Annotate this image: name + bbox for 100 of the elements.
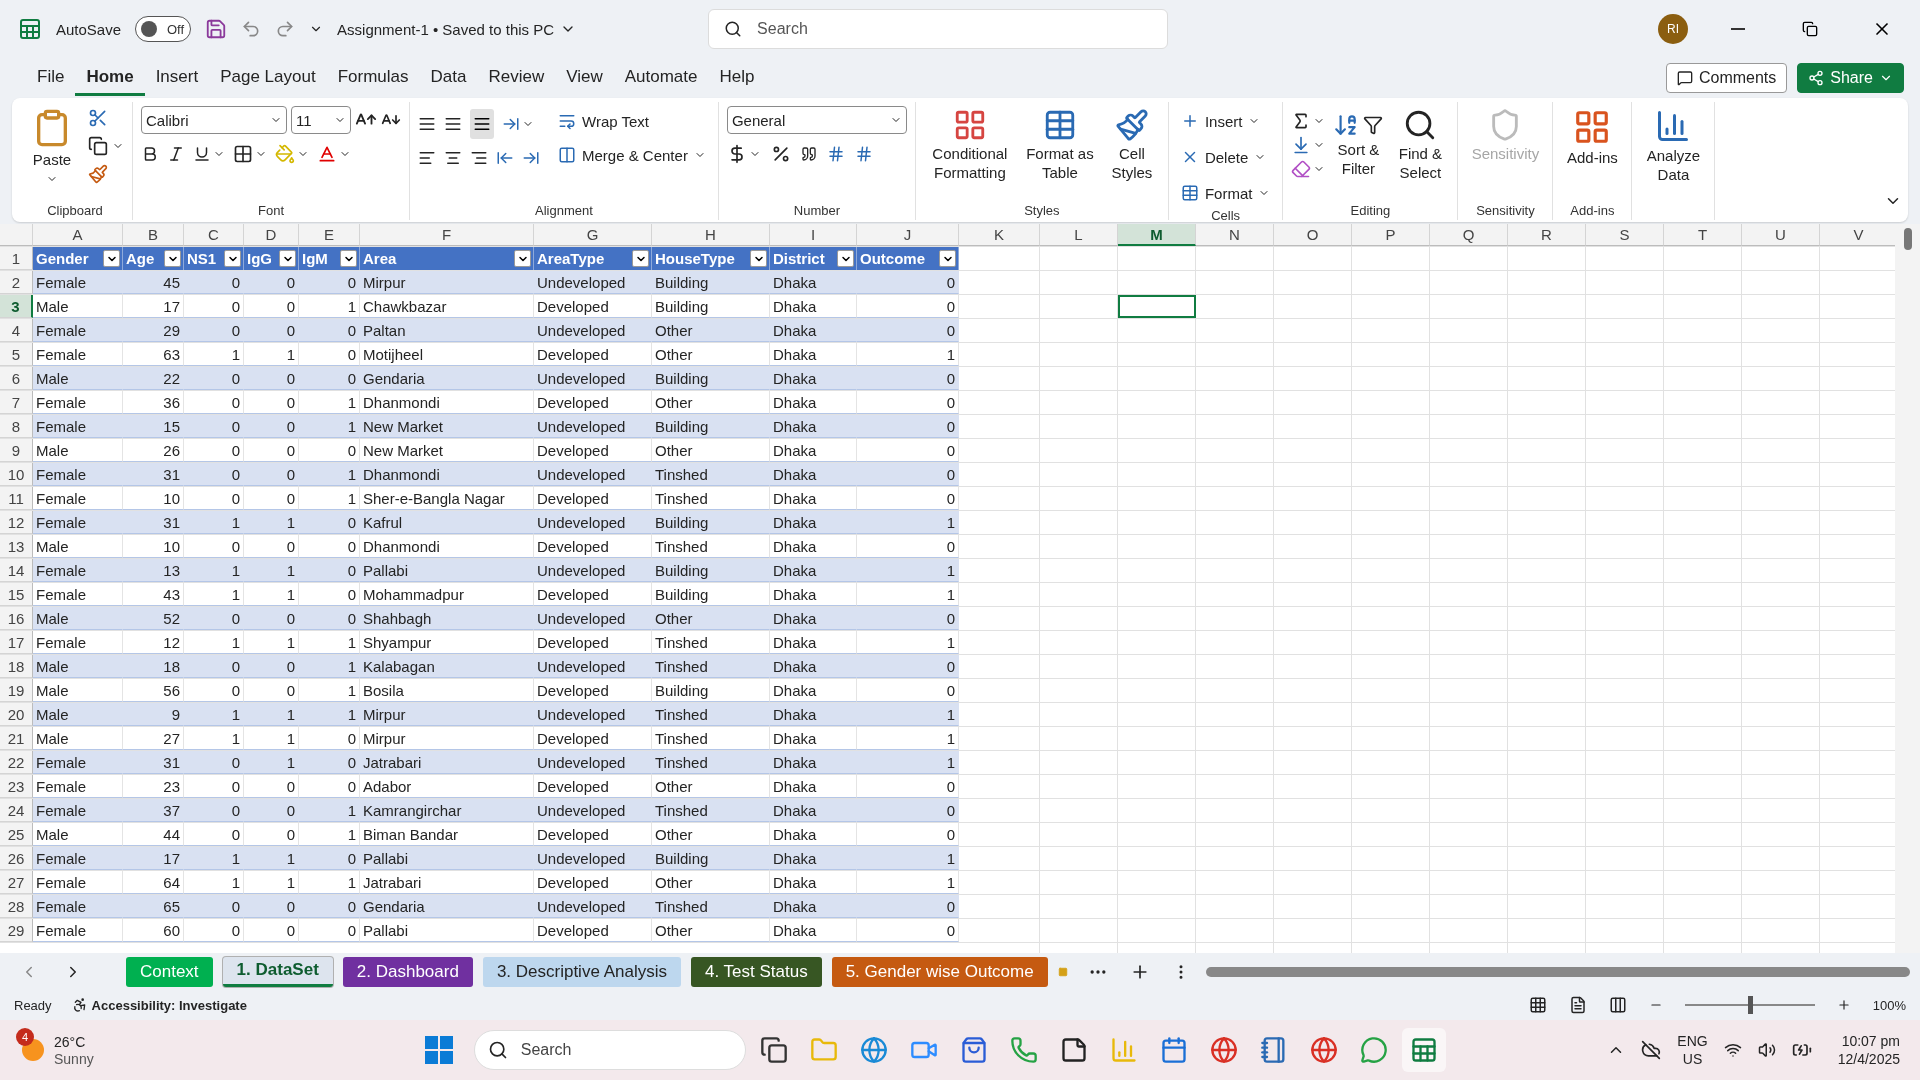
comments-button[interactable]: Comments	[1665, 63, 1788, 93]
autosave-toggle[interactable]: Off	[135, 16, 192, 42]
row-header[interactable]: 3	[0, 295, 33, 318]
row-header[interactable]: 18	[0, 655, 33, 678]
orientation-icon[interactable]	[502, 115, 520, 133]
column-header[interactable]: B	[123, 224, 184, 246]
zoom-thumb[interactable]	[1747, 996, 1753, 1014]
row-header[interactable]: 1	[0, 247, 33, 270]
sheet-tab[interactable]: 5. Gender wise Outcome	[831, 956, 1048, 987]
column-header[interactable]: Q	[1430, 224, 1508, 246]
ribbon-tab[interactable]: Help	[708, 60, 766, 96]
row-header[interactable]: 12	[0, 511, 33, 534]
normal-view-icon[interactable]	[1528, 996, 1547, 1014]
column-header[interactable]: A	[33, 224, 123, 246]
row-header[interactable]: 15	[0, 583, 33, 606]
sheet-tab[interactable]: 4. Test Status	[690, 956, 822, 987]
row-header[interactable]: 9	[0, 439, 33, 462]
ribbon-tab[interactable]: Data	[419, 60, 478, 96]
row-header[interactable]: 7	[0, 391, 33, 414]
selected-cell[interactable]	[1118, 295, 1196, 318]
row-header[interactable]: 19	[0, 679, 33, 702]
redo-icon[interactable]	[275, 19, 296, 39]
input-region[interactable]: US	[1682, 1051, 1703, 1067]
row-header[interactable]: 5	[0, 343, 33, 366]
fill-color-icon[interactable]	[275, 144, 295, 164]
filter-button[interactable]	[279, 250, 296, 267]
row-header[interactable]: 21	[0, 727, 33, 750]
filter-button[interactable]	[340, 250, 357, 267]
row-header[interactable]: 22	[0, 751, 33, 774]
column-header[interactable]: V	[1820, 224, 1895, 246]
sheet-tab[interactable]: 1. DataSet	[222, 956, 333, 987]
merge-center-button[interactable]: Merge & Center	[554, 140, 710, 170]
filter-button[interactable]	[103, 250, 120, 267]
column-header[interactable]: K	[959, 224, 1040, 246]
top-align-icon[interactable]	[418, 115, 436, 133]
clear-icon[interactable]	[1291, 159, 1312, 180]
user-avatar[interactable]: RI	[1658, 14, 1688, 44]
taskbar-search-field[interactable]: Search	[473, 1030, 746, 1070]
row-header[interactable]: 16	[0, 607, 33, 630]
italic-icon[interactable]	[167, 145, 185, 163]
horizontal-scrollbar[interactable]	[1205, 964, 1910, 979]
filter-button[interactable]	[939, 250, 956, 267]
clock-date[interactable]: 12/4/2025	[1837, 1051, 1900, 1067]
ribbon-tab[interactable]: Page Layout	[209, 60, 327, 96]
column-header[interactable]: C	[184, 224, 244, 246]
bottom-align-button[interactable]	[470, 109, 494, 139]
ribbon-tab[interactable]: Insert	[144, 60, 210, 96]
page-break-icon[interactable]	[1608, 996, 1627, 1014]
cells-command-button[interactable]: Format	[1176, 178, 1275, 208]
row-header[interactable]: 6	[0, 367, 33, 390]
save-icon[interactable]	[205, 18, 228, 40]
column-header[interactable]: O	[1274, 224, 1352, 246]
sort-filter-button[interactable]: Sort & Filter	[1331, 110, 1386, 181]
ribbon-tab[interactable]: Automate	[613, 60, 709, 96]
vertical-scrollbar[interactable]	[1895, 224, 1920, 953]
row-header[interactable]: 14	[0, 559, 33, 582]
column-header[interactable]: L	[1040, 224, 1118, 246]
ribbon-tab[interactable]: View	[555, 60, 614, 96]
wrap-text-button[interactable]: Wrap Text	[554, 106, 710, 136]
share-button[interactable]: Share	[1797, 63, 1904, 93]
zoom-in-icon[interactable]	[1836, 998, 1851, 1012]
windows-start-icon[interactable]	[423, 1035, 454, 1065]
filter-button[interactable]	[164, 250, 181, 267]
cut-icon[interactable]	[88, 108, 108, 129]
format-as-table-button[interactable]: Format as Table	[1021, 106, 1098, 185]
cell-styles-button[interactable]: Cell Styles	[1103, 106, 1160, 185]
column-header[interactable]: E	[299, 224, 360, 246]
column-header[interactable]: P	[1352, 224, 1430, 246]
align-right-icon[interactable]	[470, 149, 488, 167]
increase-indent-icon[interactable]	[522, 149, 540, 167]
conditional-formatting-button[interactable]: Conditional Formatting	[923, 106, 1016, 185]
clock-time[interactable]: 10:07 pm	[1841, 1033, 1900, 1049]
font-size-field[interactable]: 11	[291, 106, 351, 134]
row-header[interactable]: 13	[0, 535, 33, 558]
filter-button[interactable]	[224, 250, 241, 267]
column-header[interactable]: M	[1118, 224, 1196, 246]
align-left-icon[interactable]	[418, 149, 436, 167]
underline-icon[interactable]	[193, 145, 211, 163]
row-header[interactable]: 11	[0, 487, 33, 510]
row-header[interactable]: 26	[0, 847, 33, 870]
row-header[interactable]: 27	[0, 871, 33, 894]
comma-style-icon[interactable]	[800, 146, 817, 162]
row-header[interactable]: 2	[0, 271, 33, 294]
row-header[interactable]: 29	[0, 919, 33, 942]
sheet-tab[interactable]: 2. Dashboard	[342, 956, 473, 987]
row-header[interactable]: 28	[0, 895, 33, 918]
row-header[interactable]: 23	[0, 775, 33, 798]
cells-command-button[interactable]: Delete	[1176, 142, 1275, 172]
filter-button[interactable]	[750, 250, 767, 267]
decrease-indent-icon[interactable]	[496, 149, 514, 167]
column-header[interactable]: S	[1586, 224, 1664, 246]
copy-icon[interactable]	[88, 136, 108, 157]
wifi-icon[interactable]	[1723, 1041, 1742, 1059]
volume-icon[interactable]	[1757, 1041, 1776, 1059]
ribbon-tab[interactable]: Formulas	[326, 60, 420, 96]
column-header[interactable]: T	[1664, 224, 1742, 246]
column-header[interactable]: H	[652, 224, 770, 246]
cells-command-button[interactable]: Insert	[1176, 106, 1275, 136]
middle-align-icon[interactable]	[444, 115, 462, 133]
column-header[interactable]: N	[1196, 224, 1274, 246]
